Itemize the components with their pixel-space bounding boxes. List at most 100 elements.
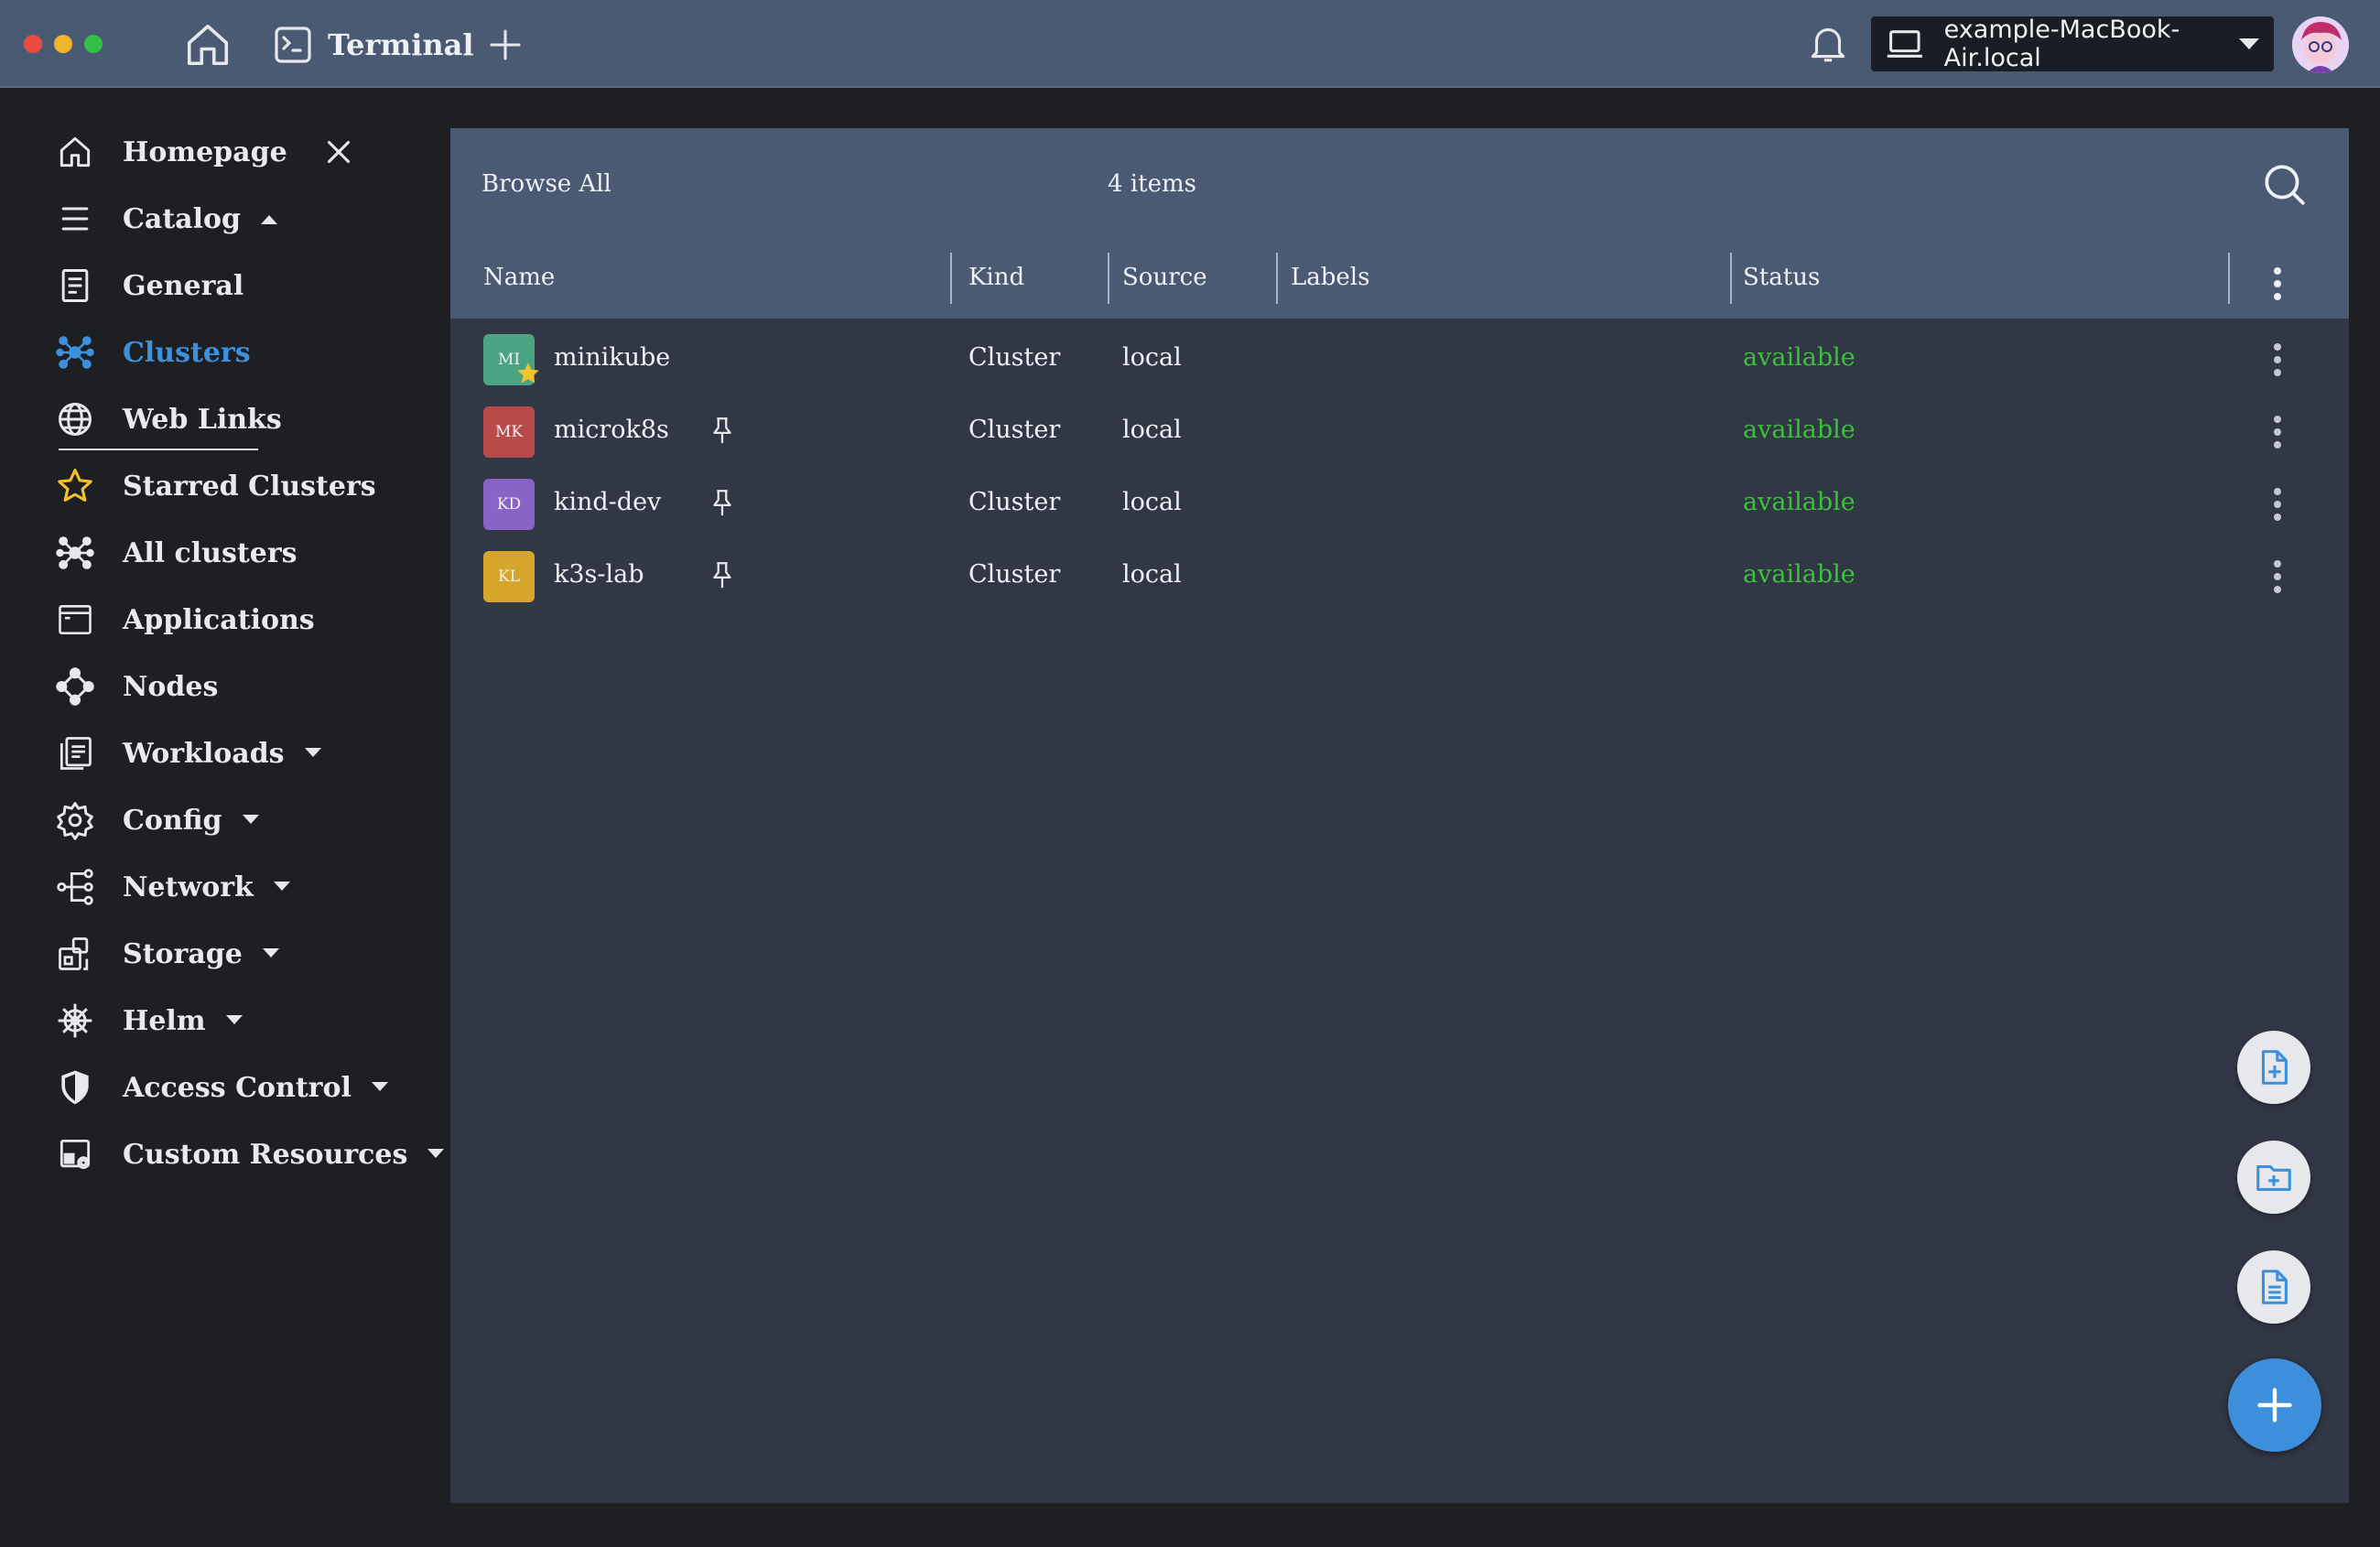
row-menu-icon[interactable] xyxy=(2270,557,2285,597)
add-button[interactable] xyxy=(2228,1358,2321,1452)
file-plus-icon xyxy=(2261,1050,2288,1085)
custom-resources-icon xyxy=(60,1139,91,1170)
terminal-icon xyxy=(275,27,311,63)
sidebar-item-workloads[interactable]: Workloads xyxy=(55,728,321,779)
pin-icon[interactable] xyxy=(707,414,738,447)
cluster-source: local xyxy=(1122,416,1182,444)
column-header-source[interactable]: Source xyxy=(1122,264,1207,291)
star-icon xyxy=(517,362,539,384)
new-document-button[interactable] xyxy=(2237,1250,2310,1324)
menu-lines-icon xyxy=(61,207,89,231)
network-icon xyxy=(57,869,93,905)
nodes-icon xyxy=(56,667,94,706)
column-header-status[interactable]: Status xyxy=(1743,264,1820,291)
add-from-file-button[interactable] xyxy=(2237,1031,2310,1104)
sidebar-item-access-control[interactable]: Access Control xyxy=(55,1062,388,1113)
table-row[interactable]: MK microk8s Cluster local available xyxy=(450,395,2349,468)
sidebar-item-network[interactable]: Network xyxy=(55,861,290,913)
window-minimize-button[interactable] xyxy=(54,35,72,53)
sidebar-item-web-links[interactable]: Web Links xyxy=(55,394,282,445)
pin-icon[interactable] xyxy=(707,558,738,591)
table-row[interactable]: MI minikube Cluster local available xyxy=(450,323,2349,395)
cluster-kind: Cluster xyxy=(968,560,1061,589)
cluster-badge: KD xyxy=(483,479,535,530)
sidebar-item-clusters[interactable]: Clusters xyxy=(55,327,251,378)
avatar[interactable] xyxy=(2292,16,2349,73)
sidebar-item-custom-resources[interactable]: Custom Resources xyxy=(55,1129,445,1180)
add-from-folder-button[interactable] xyxy=(2237,1141,2310,1214)
items-count: 4 items xyxy=(1108,170,1196,198)
sidebar-item-catalog[interactable]: Catalog xyxy=(55,193,277,244)
chevron-up-icon xyxy=(261,215,277,224)
search-icon[interactable] xyxy=(2261,161,2307,207)
plus-icon xyxy=(2257,1388,2292,1423)
sidebar-item-all-clusters[interactable]: All clusters xyxy=(55,527,298,579)
sidebar-item-helm[interactable]: Helm xyxy=(55,995,243,1046)
column-header-kind[interactable]: Kind xyxy=(968,264,1024,291)
bell-icon[interactable] xyxy=(1805,20,1851,66)
terminal-tab-label: Terminal xyxy=(328,27,474,62)
sidebar-item-applications[interactable]: Applications xyxy=(55,594,315,645)
browse-title: Browse All xyxy=(481,170,611,198)
table-row[interactable]: KL k3s-lab Cluster local available xyxy=(450,540,2349,612)
sidebar-item-label: Storage xyxy=(123,937,243,970)
sidebar-item-general[interactable]: General xyxy=(55,260,243,311)
sidebar-item-label: Helm xyxy=(123,1004,206,1037)
cluster-icon xyxy=(56,536,94,569)
row-menu-icon[interactable] xyxy=(2270,340,2285,380)
column-divider[interactable] xyxy=(1276,253,1278,304)
column-menu-icon[interactable] xyxy=(2270,264,2285,304)
column-divider[interactable] xyxy=(950,253,952,304)
column-divider[interactable] xyxy=(1730,253,1732,304)
terminal-tab[interactable]: Terminal xyxy=(271,22,524,68)
catalog-browser: Browse All 4 items Name Kind Source Labe… xyxy=(450,128,2349,1503)
chevron-down-icon xyxy=(273,882,290,891)
column-header-name[interactable]: Name xyxy=(483,264,555,291)
status-text: available xyxy=(1743,560,1855,589)
cluster-kind: Cluster xyxy=(968,416,1061,444)
sidebar-item-nodes[interactable]: Nodes xyxy=(55,661,218,712)
window-icon xyxy=(59,605,92,634)
cluster-badge: MK xyxy=(483,406,535,458)
config-gear-icon xyxy=(57,802,93,840)
globe-icon xyxy=(59,403,92,436)
sidebar-item-label: Catalog xyxy=(123,202,241,235)
host-label: example-MacBook-Air.local xyxy=(1943,16,2180,72)
column-divider[interactable] xyxy=(2228,253,2230,304)
folder-plus-icon xyxy=(2256,1164,2291,1191)
window-zoom-button[interactable] xyxy=(84,35,103,53)
row-menu-icon[interactable] xyxy=(2270,484,2285,525)
sidebar-divider xyxy=(59,449,258,450)
sidebar-item-label: Access Control xyxy=(123,1071,352,1104)
table-row[interactable]: KD kind-dev Cluster local available xyxy=(450,468,2349,540)
cluster-icon xyxy=(56,336,94,369)
close-icon[interactable] xyxy=(326,139,352,165)
sidebar-item-storage[interactable]: Storage xyxy=(55,928,279,979)
document-icon xyxy=(61,269,89,302)
avatar-illustration-icon xyxy=(2292,16,2349,73)
chevron-down-icon xyxy=(304,748,321,757)
cluster-source: local xyxy=(1122,343,1182,372)
host-selector[interactable]: example-MacBook-Air.local xyxy=(1871,16,2274,72)
workloads-icon xyxy=(60,737,92,770)
chevron-down-icon xyxy=(262,948,279,957)
row-menu-icon[interactable] xyxy=(2270,412,2285,452)
status-text: available xyxy=(1743,488,1855,516)
chevron-down-icon xyxy=(242,815,259,824)
cluster-badge: KL xyxy=(483,551,535,602)
column-divider[interactable] xyxy=(1108,253,1109,304)
star-outline-icon xyxy=(58,469,92,502)
helm-icon xyxy=(58,1003,92,1038)
sidebar-item-label: Web Links xyxy=(123,403,282,436)
home-icon[interactable] xyxy=(183,20,233,70)
column-header-labels[interactable]: Labels xyxy=(1291,264,1369,291)
window-close-button[interactable] xyxy=(24,35,42,53)
sidebar-item-homepage[interactable]: Homepage xyxy=(55,126,352,178)
document-icon xyxy=(2261,1270,2288,1304)
sidebar-item-config[interactable]: Config xyxy=(55,795,259,846)
sidebar-item-starred-clusters[interactable]: Starred Clusters xyxy=(55,460,376,512)
title-bar: Terminal example-MacBook-Air.local xyxy=(0,0,2380,88)
cluster-kind: Cluster xyxy=(968,488,1061,516)
pin-icon[interactable] xyxy=(707,486,738,519)
new-terminal-plus-icon[interactable] xyxy=(487,27,524,63)
